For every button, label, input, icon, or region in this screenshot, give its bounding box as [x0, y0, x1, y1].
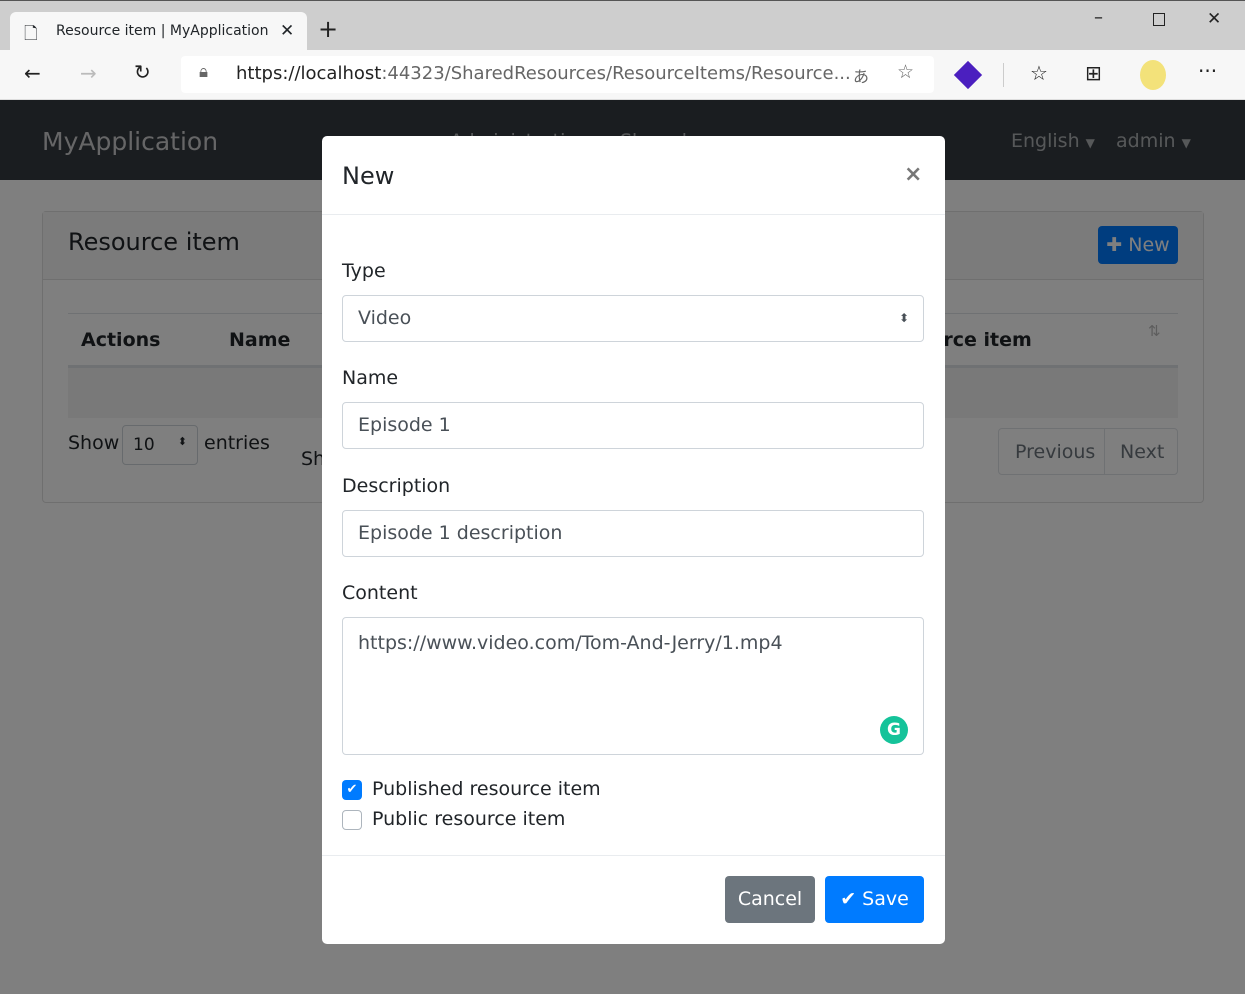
new-resource-modal: New × Type Video ⬍ Name Episode 1 Descrip… — [322, 136, 945, 944]
url-host: https://localhost — [236, 63, 382, 84]
modal-title: New — [342, 162, 395, 190]
more-icon[interactable]: ··· — [1198, 59, 1217, 83]
published-label[interactable]: Published resource item — [372, 778, 601, 800]
content-textarea[interactable]: https://www.video.com/Tom-And-Jerry/1.mp… — [342, 617, 924, 755]
extension-icon[interactable] — [953, 60, 983, 90]
collections-icon[interactable]: ⊞ — [1085, 61, 1102, 85]
browser-tab[interactable]: 🗋 Resource item | MyApplication ✕ — [10, 12, 307, 52]
minimize-icon[interactable]: – — [1094, 7, 1103, 28]
content-value: https://www.video.com/Tom-And-Jerry/1.mp… — [358, 632, 783, 654]
translate-icon[interactable]: あ — [853, 63, 869, 87]
url-path: :44323/SharedResources/ResourceItems/Res… — [381, 63, 851, 84]
type-select[interactable]: Video ⬍ — [342, 295, 924, 342]
type-label: Type — [342, 260, 386, 282]
save-button[interactable]: ✔ Save — [825, 876, 924, 923]
address-bar[interactable]: 🔒︎ https://localhost:44323/SharedResourc… — [181, 56, 934, 93]
description-input[interactable]: Episode 1 description — [342, 510, 924, 557]
close-tab-icon[interactable]: ✕ — [280, 21, 294, 41]
divider — [1003, 63, 1004, 87]
browser-tab-strip: 🗋 Resource item | MyApplication ✕ + – ✕ — [0, 0, 1245, 52]
content-label: Content — [342, 582, 418, 604]
back-icon[interactable]: ← — [24, 61, 41, 85]
select-arrows-icon: ⬍ — [898, 311, 909, 325]
favorites-icon[interactable]: ☆ — [1030, 61, 1048, 85]
profile-avatar[interactable] — [1140, 60, 1166, 90]
name-label: Name — [342, 367, 399, 389]
refresh-icon[interactable]: ↻ — [134, 60, 151, 84]
close-icon[interactable]: × — [904, 162, 922, 187]
cancel-button[interactable]: Cancel — [725, 876, 815, 923]
forward-icon[interactable]: → — [80, 61, 97, 85]
new-tab-icon[interactable]: + — [318, 15, 338, 43]
grammarly-icon[interactable]: G — [880, 716, 908, 744]
maximize-icon[interactable] — [1153, 13, 1165, 26]
public-checkbox[interactable] — [342, 810, 362, 830]
public-label[interactable]: Public resource item — [372, 808, 565, 830]
type-value: Video — [358, 307, 412, 329]
name-input[interactable]: Episode 1 — [342, 402, 924, 449]
close-window-icon[interactable]: ✕ — [1207, 9, 1221, 29]
browser-toolbar: ← → ↻ 🔒︎ https://localhost:44323/SharedR… — [0, 50, 1245, 100]
description-label: Description — [342, 475, 451, 497]
check-icon: ✔ — [840, 888, 857, 910]
tab-title: Resource item | MyApplication — [56, 23, 269, 39]
published-checkbox[interactable]: ✔ — [342, 780, 362, 800]
save-label: Save — [862, 888, 909, 910]
lock-icon: 🔒︎ — [199, 62, 209, 82]
favorite-star-icon[interactable]: ☆ — [897, 61, 914, 83]
page-icon: 🗋 — [24, 24, 38, 44]
